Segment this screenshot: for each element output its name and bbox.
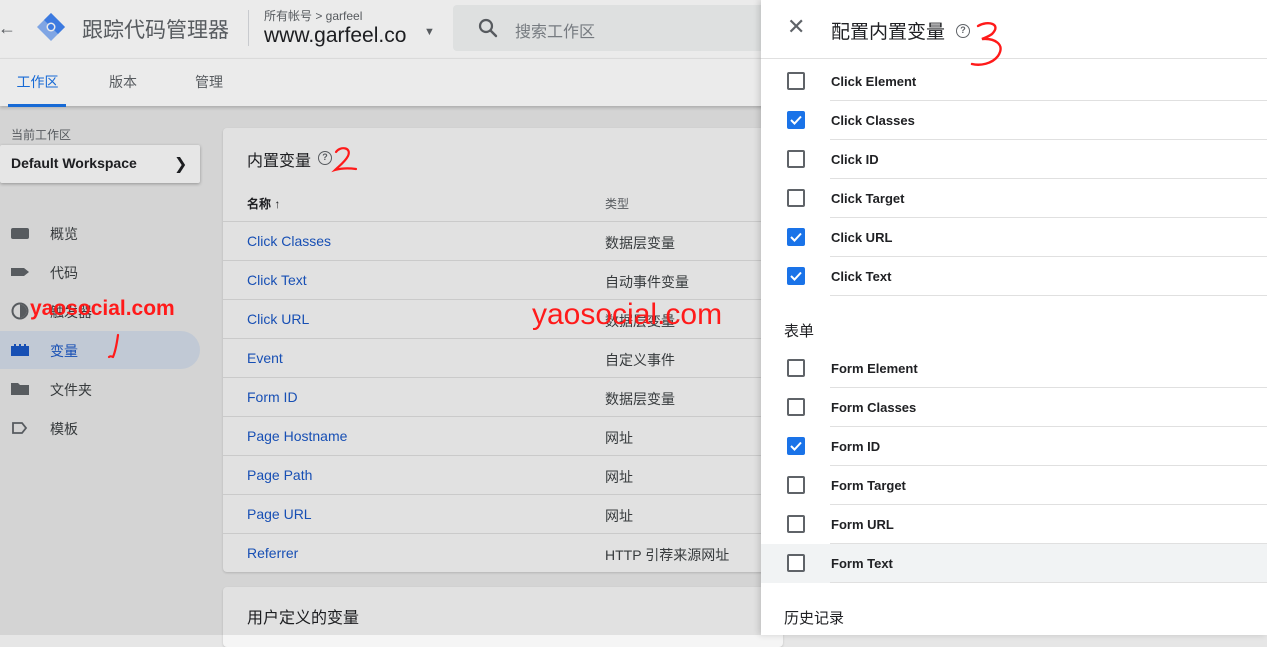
checkbox-checked[interactable] bbox=[787, 267, 805, 285]
variable-label: Form Target bbox=[831, 478, 906, 493]
variable-label: Form ID bbox=[831, 439, 881, 454]
variable-label: Form Element bbox=[831, 361, 918, 376]
check-icon bbox=[790, 441, 802, 451]
variable-label: Click Text bbox=[831, 269, 892, 284]
checkbox[interactable] bbox=[787, 554, 805, 572]
section-heading-forms: 表单 bbox=[784, 323, 815, 340]
checkbox[interactable] bbox=[787, 398, 805, 416]
divider bbox=[761, 58, 1267, 59]
variable-checkbox-row[interactable]: Form Text bbox=[761, 544, 1267, 583]
variable-label: Click Element bbox=[831, 74, 917, 89]
checkbox[interactable] bbox=[787, 359, 805, 377]
checkbox-checked[interactable] bbox=[787, 111, 805, 129]
watermark: yaosocial.com bbox=[532, 298, 723, 331]
configure-builtin-variables-panel: ✕ 配置内置变量 ? Click Element Click Classes C… bbox=[761, 0, 1267, 635]
checkbox-checked[interactable] bbox=[787, 228, 805, 246]
variable-checkbox-row[interactable]: Form Target bbox=[761, 466, 1267, 505]
close-icon[interactable]: ✕ bbox=[787, 16, 805, 38]
variable-checkbox-row[interactable]: Form Classes bbox=[761, 388, 1267, 427]
divider bbox=[830, 582, 1267, 583]
check-icon bbox=[790, 232, 802, 242]
checkbox[interactable] bbox=[787, 189, 805, 207]
variable-label: Click ID bbox=[831, 152, 879, 167]
watermark: yaosocial.com bbox=[30, 297, 175, 320]
variable-label: Form URL bbox=[831, 517, 894, 532]
annotation-number-one bbox=[107, 333, 120, 359]
variable-checkbox-row[interactable]: Form URL bbox=[761, 505, 1267, 544]
checkbox[interactable] bbox=[787, 72, 805, 90]
variable-label: Click Classes bbox=[831, 113, 915, 128]
variable-checkbox-row[interactable]: Click Element bbox=[761, 62, 1267, 101]
check-icon bbox=[790, 115, 802, 125]
variable-checkbox-row[interactable]: Click URL bbox=[761, 218, 1267, 257]
variable-checkbox-row[interactable]: Click Target bbox=[761, 179, 1267, 218]
variable-label: Form Text bbox=[831, 556, 893, 571]
variable-label: Form Classes bbox=[831, 400, 917, 415]
panel-title: 配置内置变量 bbox=[831, 22, 946, 43]
section-heading-history: 历史记录 bbox=[784, 610, 845, 627]
annotation-number-three bbox=[970, 22, 1002, 66]
checkbox[interactable] bbox=[787, 476, 805, 494]
checkbox[interactable] bbox=[787, 150, 805, 168]
variable-checkbox-row[interactable]: Form Element bbox=[761, 349, 1267, 388]
variable-checkbox-row[interactable]: Click ID bbox=[761, 140, 1267, 179]
variable-checkbox-row[interactable]: Click Text bbox=[761, 257, 1267, 296]
check-icon bbox=[790, 271, 802, 281]
variable-label: Click Target bbox=[831, 191, 905, 206]
checkbox-checked[interactable] bbox=[787, 437, 805, 455]
variable-label: Click URL bbox=[831, 230, 893, 245]
divider bbox=[830, 295, 1267, 296]
checkbox[interactable] bbox=[787, 515, 805, 533]
annotation-number-two bbox=[331, 147, 358, 173]
variable-checkbox-row[interactable]: Click Classes bbox=[761, 101, 1267, 140]
variable-checkbox-row[interactable]: Form ID bbox=[761, 427, 1267, 466]
